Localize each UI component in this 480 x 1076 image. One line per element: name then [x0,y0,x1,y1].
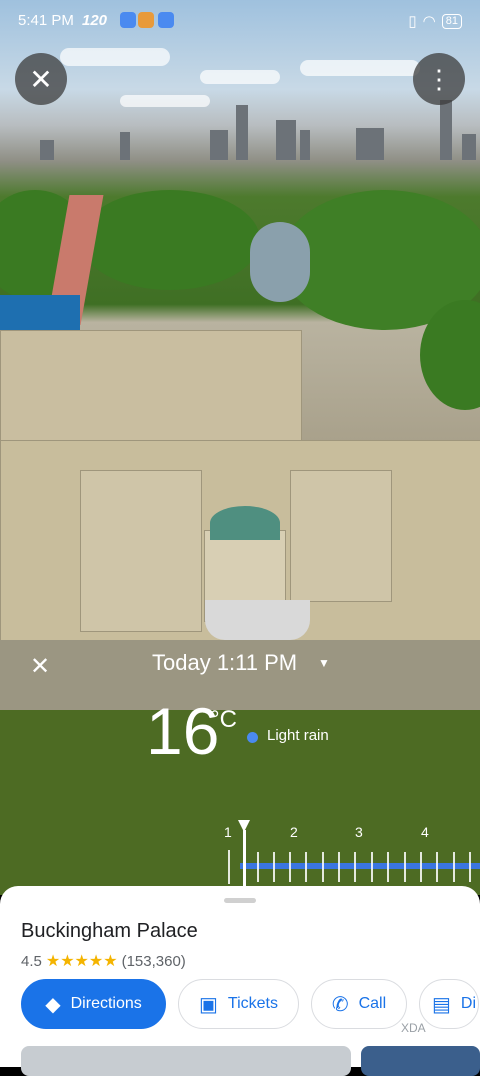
app-icon [138,12,154,28]
tent-roof [205,600,310,640]
close-button[interactable]: ✕ [15,53,67,105]
call-label: Call [358,995,387,1012]
cloud [200,70,280,84]
timeline-tick [371,852,373,882]
directions-button[interactable]: ◆ Directions [21,979,166,1029]
wifi-icon: ◠ [422,13,436,30]
timeline-tick [257,852,259,882]
temperature-unit: °C [210,706,237,733]
call-button[interactable]: ✆ Call [311,979,407,1029]
directory-label: Di [460,995,477,1012]
vibrate-icon: ▯ [408,13,417,30]
palace-rear-wing [0,330,302,442]
store-icon: ▤ [432,993,451,1016]
timeline-tick [436,852,438,882]
rating-value: 4.5 [21,952,42,970]
timeline-tick [305,852,307,882]
timeline-label: 1 [224,824,232,840]
stands [0,295,80,335]
time-slider[interactable]: 1 2 3 4 [224,820,480,890]
timeline-track [240,863,480,869]
tree-canopy [80,190,260,290]
timeline-tick [387,852,389,882]
tickets-icon: ▣ [199,993,218,1016]
phone-icon: ✆ [331,993,349,1016]
directions-label: Directions [70,995,142,1012]
xda-watermark: XDA [401,1021,426,1035]
timeline-tick [354,852,356,882]
timeline-tick [469,852,471,882]
directions-icon: ◆ [45,993,61,1016]
timeline-tick [404,852,406,882]
photo-thumbnail[interactable] [361,1046,480,1076]
weather-condition: Light rain [267,727,329,744]
chevron-down-icon[interactable]: ▼ [318,656,330,670]
aerial-3d-view[interactable] [0,0,480,895]
play-app-icon [158,12,174,28]
timeline-tick [228,850,230,884]
timeline-tick [420,852,422,882]
more-options-button[interactable]: ⋮ [413,53,465,105]
tickets-button[interactable]: ▣ Tickets [178,979,299,1029]
palace-wing [290,470,392,602]
palace-dome [210,506,280,540]
rating-stars-icon: ★★★★★ [45,953,118,970]
photo-strip[interactable] [21,1046,480,1076]
close-weather-icon[interactable]: ✕ [30,652,50,681]
place-bottom-sheet[interactable]: Buckingham Palace 4.5 ★★★★★ (153,360) ◆ … [0,886,480,1076]
lake [250,222,310,302]
palace-wing [80,470,202,632]
timeline-tick [453,852,455,882]
mail-app-icon [120,12,136,28]
timeline-label: 2 [290,824,298,840]
rating-row[interactable]: 4.5 ★★★★★ (153,360) [21,951,186,971]
timeline-thumb-line [243,830,246,888]
temperature-value: 16 [146,694,220,768]
photo-thumbnail[interactable] [21,1046,351,1076]
timeline-tick [322,852,324,882]
status-time: 5:41 PM [18,12,74,29]
timeline-tick [289,852,291,882]
refresh-rate-label: 120 [82,12,108,29]
drag-handle[interactable] [224,898,256,903]
timeline-tick [273,852,275,882]
cloud [60,48,170,66]
rain-indicator-icon [247,732,258,743]
city-skyline [0,100,480,160]
review-count: (153,360) [121,952,186,970]
status-bar: 5:41 PM 120 ▯ ◠ 81 [0,0,480,42]
close-icon: ✕ [29,63,53,95]
time-selector[interactable]: Today 1:11 PM [152,650,297,676]
battery-icon: 81 [441,13,462,29]
cloud [300,60,420,76]
place-title: Buckingham Palace [21,920,198,942]
timeline-label: 4 [421,824,429,840]
more-vert-icon: ⋮ [426,63,452,94]
directory-button[interactable]: ▤ Di [419,979,479,1029]
timeline-tick [338,852,340,882]
timeline-label: 3 [355,824,363,840]
tickets-label: Tickets [227,995,278,1012]
status-icons: ▯ ◠ 81 [408,12,462,30]
